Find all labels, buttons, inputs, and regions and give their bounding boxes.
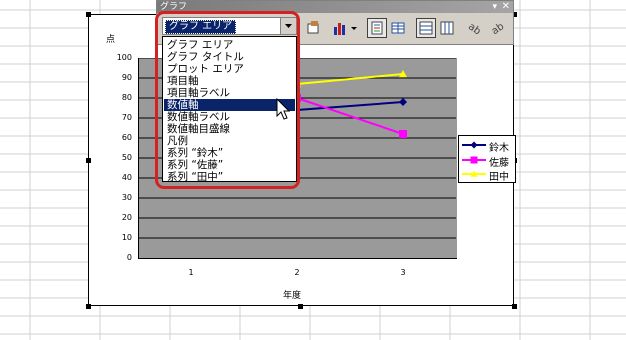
selection-handle[interactable] bbox=[86, 304, 91, 309]
y-tick-label: 50 bbox=[121, 153, 132, 162]
y-axis-title: 点 bbox=[106, 35, 116, 45]
data-point[interactable] bbox=[470, 141, 478, 149]
selection-handle[interactable] bbox=[86, 158, 91, 163]
y-tick-label: 0 bbox=[126, 253, 132, 262]
svg-text:ab: ab bbox=[466, 21, 483, 37]
selection-handle[interactable] bbox=[86, 12, 91, 17]
legend-marker-icon bbox=[462, 156, 486, 164]
y-tick-label: 70 bbox=[121, 113, 132, 122]
legend-marker-icon bbox=[462, 141, 486, 149]
angle-text-up-icon: ab bbox=[490, 21, 507, 37]
format-object-button[interactable] bbox=[303, 18, 323, 38]
svg-text:ab: ab bbox=[490, 21, 507, 37]
x-tick-label: 3 bbox=[400, 268, 406, 277]
chart-type-button[interactable] bbox=[331, 18, 359, 38]
data-table-icon bbox=[391, 22, 405, 34]
legend-label: 鈴木 bbox=[489, 143, 509, 154]
y-tick-label: 100 bbox=[116, 53, 132, 62]
legend[interactable]: 鈴木 佐藤 田中 bbox=[458, 135, 516, 183]
y-tick-label: 40 bbox=[121, 173, 132, 182]
data-point[interactable] bbox=[399, 98, 407, 106]
by-row-button[interactable] bbox=[416, 18, 436, 38]
selection-handle[interactable] bbox=[512, 304, 517, 309]
by-column-button[interactable] bbox=[437, 18, 457, 38]
angle-text-down-button[interactable]: ab bbox=[465, 18, 485, 38]
y-tick-label: 30 bbox=[121, 193, 132, 202]
x-tick-label: 2 bbox=[294, 268, 300, 277]
y-tick-label: 10 bbox=[121, 233, 132, 242]
by-row-icon bbox=[419, 21, 433, 35]
data-table-button[interactable] bbox=[388, 18, 408, 38]
y-tick-label: 80 bbox=[121, 93, 132, 102]
angle-text-down-icon: ab bbox=[466, 21, 483, 37]
selection-handle[interactable] bbox=[298, 304, 303, 309]
legend-item: 佐藤 bbox=[461, 153, 515, 169]
y-tick-label: 20 bbox=[121, 213, 132, 222]
legend-item: 田中 bbox=[461, 167, 515, 183]
format-object-icon bbox=[307, 21, 319, 34]
legend-item: 鈴木 bbox=[461, 138, 515, 154]
legend-marker-icon bbox=[462, 170, 486, 177]
mouse-cursor-icon bbox=[276, 98, 291, 120]
x-axis-title: 年度 bbox=[283, 291, 302, 301]
chart-type-icon bbox=[334, 23, 357, 35]
y-tick-label: 90 bbox=[121, 73, 132, 82]
legend-button[interactable] bbox=[367, 18, 387, 38]
data-point[interactable] bbox=[470, 156, 478, 164]
legend-icon bbox=[371, 21, 383, 35]
data-point[interactable] bbox=[399, 130, 407, 138]
by-column-icon bbox=[440, 21, 454, 35]
y-tick-label: 60 bbox=[121, 133, 132, 142]
angle-text-up-button[interactable]: ab bbox=[487, 18, 507, 38]
close-icon[interactable]: ✕ bbox=[502, 1, 510, 13]
legend-label: 田中 bbox=[489, 172, 509, 183]
toolbar-options-icon[interactable]: ▾ bbox=[492, 1, 497, 13]
x-tick-label: 1 bbox=[188, 268, 194, 277]
